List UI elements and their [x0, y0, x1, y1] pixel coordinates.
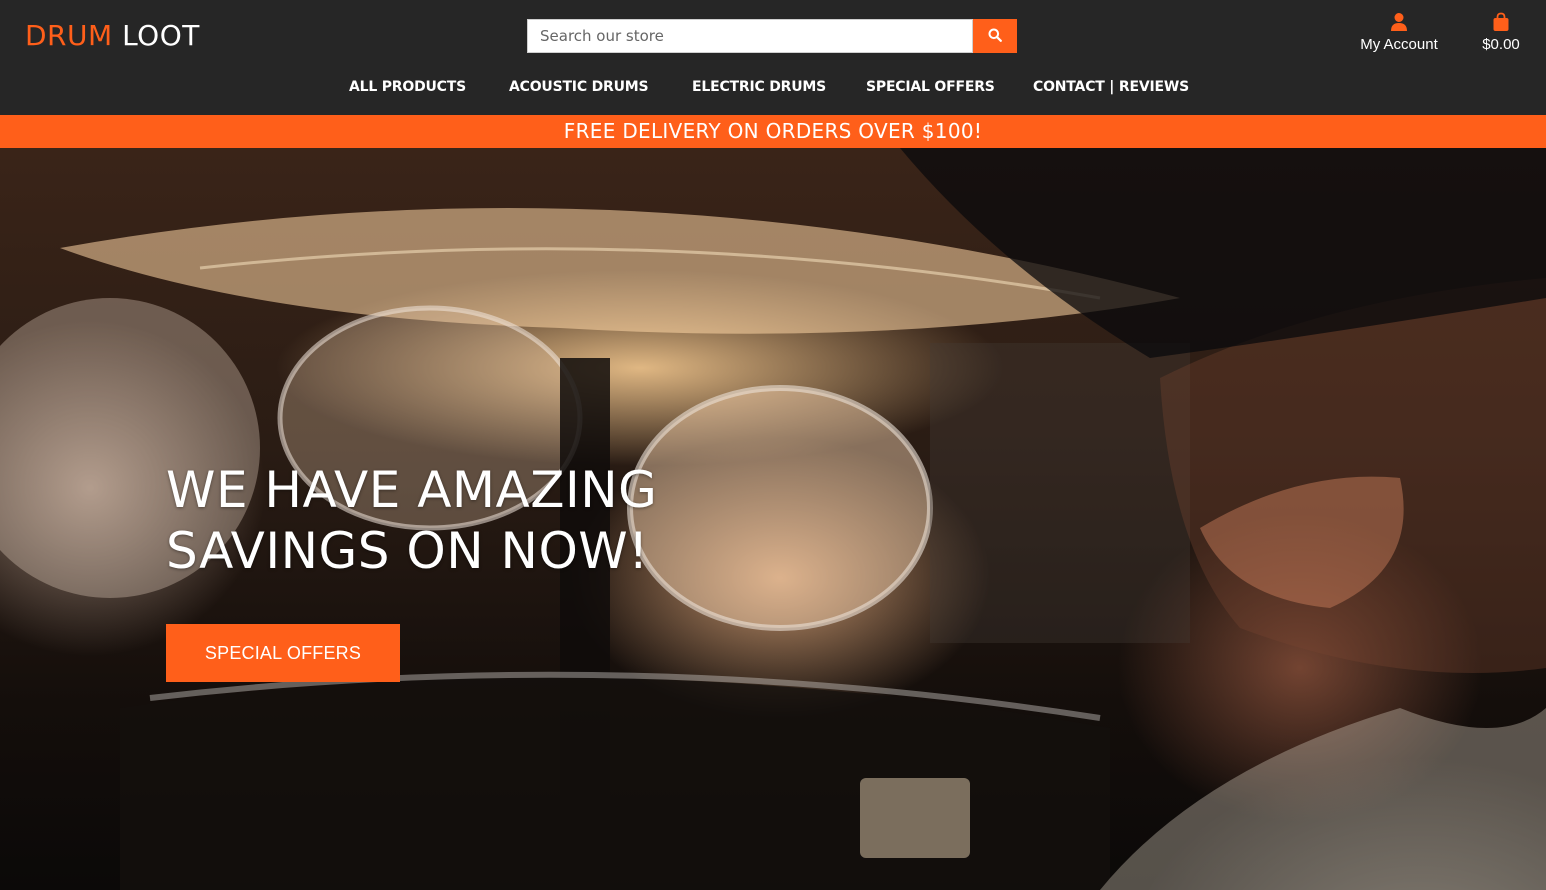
hero-title-line1: WE HAVE AMAZING — [166, 461, 658, 519]
user-icon — [1352, 12, 1446, 34]
hero-section: WE HAVE AMAZING SAVINGS ON NOW! SPECIAL … — [0, 148, 1546, 890]
site-logo[interactable]: DRUM LOOT — [25, 18, 200, 54]
hero-title-line2: SAVINGS ON NOW! — [166, 522, 649, 580]
cart-total: $0.00 — [1482, 36, 1520, 53]
nav-electric-drums[interactable]: ELECTRIC DRUMS — [692, 79, 826, 95]
nav-acoustic-drums[interactable]: ACOUSTIC DRUMS — [509, 79, 649, 95]
hero-title: WE HAVE AMAZING SAVINGS ON NOW! — [166, 460, 686, 582]
nav-contact-reviews[interactable]: CONTACT | REVIEWS — [1033, 79, 1189, 95]
my-account-label: My Account — [1360, 36, 1438, 53]
search-input[interactable] — [527, 19, 973, 53]
shopping-bag-icon — [1474, 12, 1528, 34]
cart-link[interactable]: $0.00 — [1474, 12, 1528, 53]
main-nav: ALL PRODUCTS ACOUSTIC DRUMS ELECTRIC DRU… — [0, 79, 1546, 99]
logo-loot: LOOT — [122, 19, 200, 52]
search-bar — [527, 19, 1017, 53]
search-icon — [988, 28, 1002, 45]
free-delivery-banner: FREE DELIVERY ON ORDERS OVER $100! — [0, 115, 1546, 148]
site-header: DRUM LOOT My Account — [0, 0, 1546, 115]
my-account-link[interactable]: My Account — [1352, 12, 1446, 53]
search-button[interactable] — [973, 19, 1017, 53]
nav-all-products[interactable]: ALL PRODUCTS — [349, 79, 466, 95]
special-offers-button[interactable]: SPECIAL OFFERS — [166, 624, 400, 682]
nav-special-offers[interactable]: SPECIAL OFFERS — [866, 79, 995, 95]
logo-drum: DRUM — [25, 19, 113, 52]
